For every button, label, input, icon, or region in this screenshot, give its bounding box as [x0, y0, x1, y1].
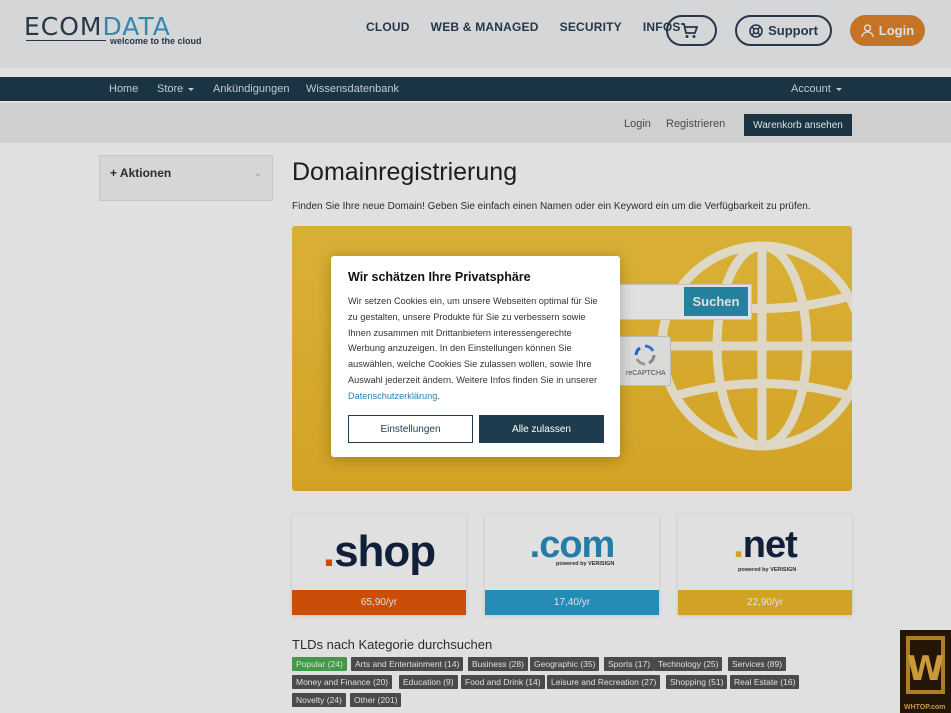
- cookie-dialog-text-end: .: [437, 390, 440, 401]
- cookie-dialog-text: Wir setzen Cookies ein, um unsere Websei…: [348, 296, 598, 385]
- cookie-consent-dialog: Wir schätzen Ihre Privatsphäre Wir setze…: [331, 256, 620, 457]
- cookie-dialog-body: Wir setzen Cookies ein, um unsere Websei…: [348, 294, 608, 405]
- cookie-dialog-title: Wir schätzen Ihre Privatsphäre: [348, 270, 531, 284]
- cookie-allow-all-button[interactable]: Alle zulassen: [479, 415, 604, 443]
- cookie-settings-button[interactable]: Einstellungen: [348, 415, 473, 443]
- privacy-policy-link[interactable]: Datenschutzerklärung: [348, 391, 437, 401]
